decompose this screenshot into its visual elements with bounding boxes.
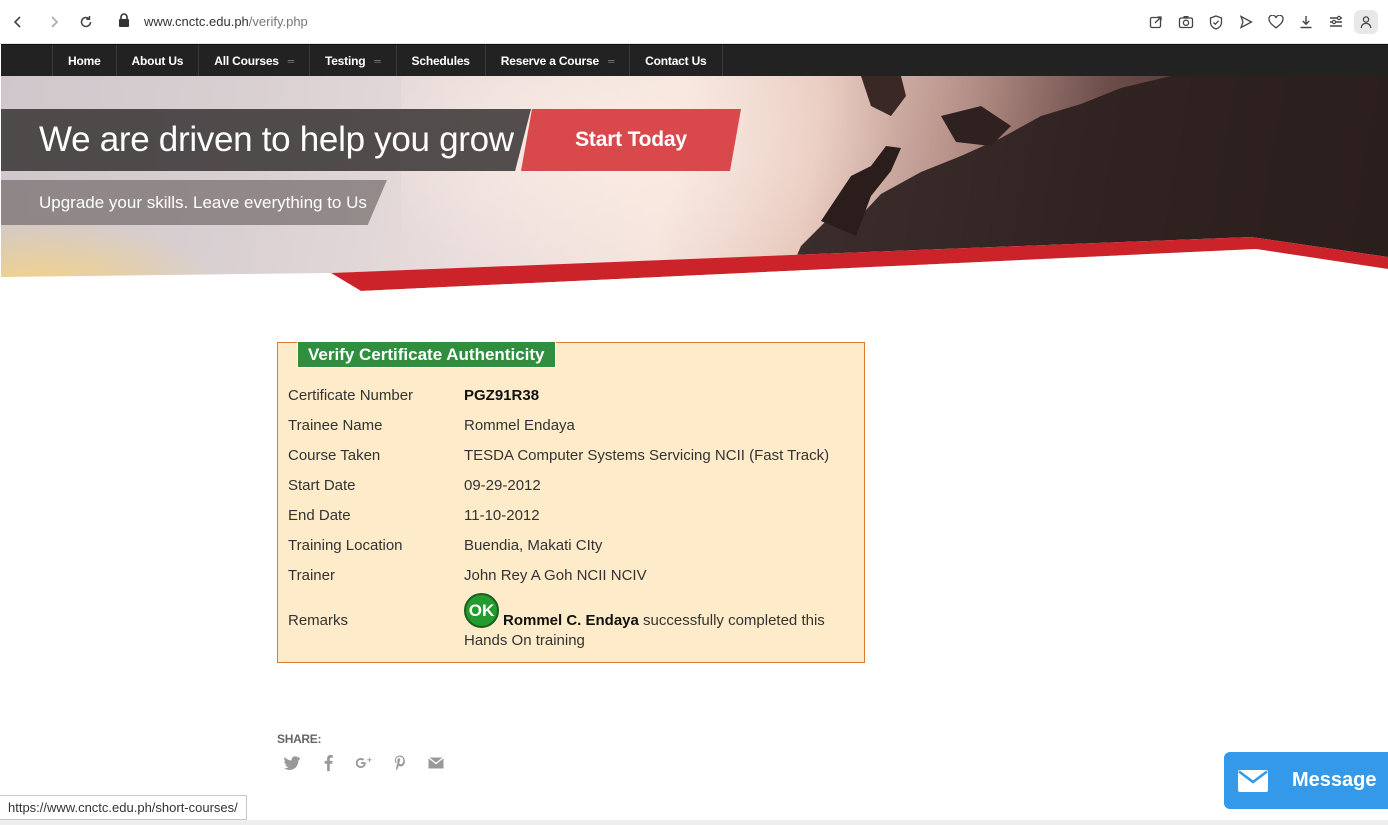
dropdown-dash-icon: ═ bbox=[374, 55, 381, 66]
window-bottom-edge bbox=[0, 820, 1388, 825]
nav-item-home[interactable]: Home bbox=[52, 45, 116, 76]
trainer-value: John Rey A Goh NCII NCIV bbox=[464, 567, 647, 584]
send-icon[interactable] bbox=[1234, 10, 1258, 34]
status-bar-url: https://www.cnctc.edu.ph/short-courses/ bbox=[0, 795, 247, 820]
google-plus-icon[interactable] bbox=[355, 754, 373, 772]
shield-icon[interactable] bbox=[1204, 10, 1228, 34]
remarks-value: Rommel C. Endaya successfully completed … bbox=[464, 611, 844, 651]
browser-toolbar: www.cnctc.edu.ph/verify.php bbox=[0, 0, 1388, 44]
message-button-label: Message bbox=[1292, 769, 1377, 791]
url-domain: www.cnctc.edu.ph bbox=[144, 14, 249, 29]
nav-item-reserve-a-course[interactable]: Reserve a Course ═ bbox=[484, 45, 629, 76]
forward-arrow-icon bbox=[51, 16, 59, 28]
nav-item-all-courses[interactable]: All Courses ═ bbox=[198, 45, 309, 76]
download-icon[interactable] bbox=[1294, 10, 1318, 34]
nav-item-contact-us[interactable]: Contact Us bbox=[629, 45, 723, 76]
nav-item-label: About Us bbox=[131, 53, 184, 68]
heart-icon[interactable] bbox=[1264, 10, 1288, 34]
row-label: Certificate Number bbox=[288, 387, 414, 404]
url-path: /verify.php bbox=[248, 14, 308, 29]
back-arrow-icon bbox=[13, 16, 21, 28]
row-label: Remarks bbox=[288, 612, 349, 629]
back-button[interactable] bbox=[6, 10, 30, 34]
share-page-icon[interactable] bbox=[1144, 10, 1168, 34]
row-label: Training Location bbox=[288, 537, 403, 554]
site-page: Home About Us All Courses ═ Testing ═ Sche… bbox=[1, 44, 1388, 825]
nav-item-label: Home bbox=[68, 53, 101, 68]
hero-subline: Upgrade your skills. Leave everything to… bbox=[39, 193, 367, 212]
training-location-value: Buendia, Makati CIty bbox=[464, 537, 603, 554]
trainee-name-value: Rommel Endaya bbox=[464, 417, 575, 434]
nav-item-about-us[interactable]: About Us bbox=[115, 45, 199, 76]
nav-item-label: Schedules bbox=[411, 53, 470, 68]
start-today-button[interactable]: Start Today bbox=[521, 109, 741, 171]
dropdown-dash-icon: ═ bbox=[287, 55, 294, 66]
dropdown-dash-icon: ═ bbox=[607, 55, 615, 66]
forward-button[interactable] bbox=[42, 10, 66, 34]
share-label: SHARE: bbox=[277, 732, 322, 746]
nav-item-schedules[interactable]: Schedules bbox=[395, 45, 485, 76]
red-swoosh-divider bbox=[1, 237, 1388, 299]
certificate-number-value: PGZ91R38 bbox=[464, 387, 540, 404]
pinterest-icon[interactable] bbox=[391, 754, 409, 772]
main-navigation: Home About Us All Courses ═ Testing ═ Sche… bbox=[1, 44, 1388, 76]
row-label: Start Date bbox=[288, 477, 356, 494]
profile-icon[interactable] bbox=[1354, 10, 1378, 34]
certificate-verification-panel: Verify Certificate Authenticity Certific… bbox=[277, 342, 865, 663]
email-icon[interactable] bbox=[427, 754, 445, 772]
nav-item-label: All Courses bbox=[214, 53, 279, 68]
camera-icon[interactable] bbox=[1174, 10, 1198, 34]
share-icons bbox=[283, 754, 445, 772]
twitter-icon[interactable] bbox=[283, 754, 301, 772]
menu-icon[interactable] bbox=[1324, 10, 1348, 34]
row-label: End Date bbox=[288, 507, 351, 524]
nav-item-label: Contact Us bbox=[645, 53, 707, 68]
row-label: Course Taken bbox=[288, 447, 381, 464]
remarks-name: Rommel C. Endaya bbox=[503, 612, 639, 629]
facebook-icon[interactable] bbox=[319, 754, 337, 772]
course-taken-value: TESDA Computer Systems Servicing NCII (F… bbox=[464, 447, 830, 464]
nav-item-testing[interactable]: Testing ═ bbox=[308, 45, 396, 76]
lock-icon[interactable] bbox=[118, 13, 130, 32]
address-bar[interactable]: www.cnctc.edu.ph/verify.php bbox=[144, 14, 308, 29]
nav-item-label: Testing bbox=[324, 53, 366, 68]
nav-item-label: Reserve a Course bbox=[500, 53, 599, 68]
certificate-panel-title: Verify Certificate Authenticity bbox=[297, 342, 556, 368]
row-label: Trainer bbox=[288, 567, 335, 584]
reload-icon bbox=[80, 16, 92, 28]
hero-headline: We are driven to help you grow bbox=[39, 120, 514, 159]
envelope-icon bbox=[1238, 769, 1268, 792]
row-label: Trainee Name bbox=[288, 417, 383, 434]
message-button[interactable]: Message bbox=[1224, 752, 1388, 809]
reload-button[interactable] bbox=[74, 10, 98, 34]
end-date-value: 11-10-2012 bbox=[464, 507, 540, 524]
start-date-value: 09-29-2012 bbox=[464, 477, 541, 494]
